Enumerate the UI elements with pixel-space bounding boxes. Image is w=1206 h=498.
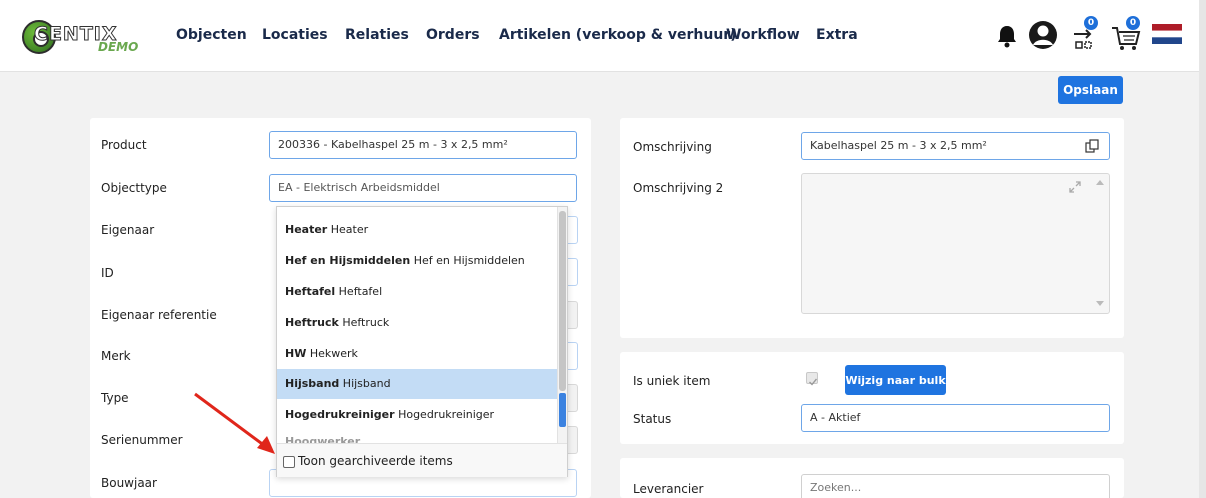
- cart-icon[interactable]: 0: [1110, 14, 1144, 52]
- dropdown-option[interactable]: Hogedrukreiniger Hogedrukreiniger: [277, 400, 557, 430]
- dropdown-scroll-thumb[interactable]: [559, 211, 566, 391]
- cart-badge: 0: [1126, 16, 1140, 30]
- logo-demo-label: DEMO: [98, 40, 139, 54]
- status-field[interactable]: A - Aktief: [801, 404, 1110, 432]
- objecttype-field[interactable]: EA - Elektrisch Arbeidsmiddel: [269, 174, 577, 202]
- omschrijving-field[interactable]: Kabelhaspel 25 m - 3 x 2,5 mm²: [801, 132, 1110, 160]
- scan-badge: 0: [1084, 16, 1098, 30]
- dropdown-option[interactable]: HW Hekwerk: [277, 339, 557, 369]
- nav-extra[interactable]: Extra: [816, 27, 858, 43]
- dropdown-option[interactable]: Heftruck Heftruck: [277, 308, 557, 338]
- copy-icon[interactable]: [1085, 139, 1099, 153]
- page-scrollbar[interactable]: [1199, 0, 1206, 498]
- id-label: ID: [101, 266, 114, 280]
- merk-label: Merk: [101, 349, 131, 363]
- objecttype-dropdown[interactable]: Heater Heater Hef en Hijsmiddelen Hef en…: [276, 206, 568, 477]
- status-label: Status: [633, 412, 672, 426]
- uniek-item-checkbox: [806, 372, 818, 386]
- dropdown-option[interactable]: Hef en Hijsmiddelen Hef en Hijsmiddelen: [277, 246, 557, 276]
- save-button[interactable]: Opslaan: [1058, 76, 1123, 104]
- dropdown-option[interactable]: Heftafel Heftafel: [277, 277, 557, 307]
- omschrijving-label: Omschrijving: [633, 140, 712, 154]
- dropdown-option-partial[interactable]: Hoogwerker: [277, 431, 557, 443]
- eigenaar-referentie-label: Eigenaar referentie: [101, 308, 217, 322]
- bouwjaar-label: Bouwjaar: [101, 476, 157, 490]
- scan-transfer-icon[interactable]: 0: [1068, 14, 1102, 52]
- omschrijving-value: Kabelhaspel 25 m - 3 x 2,5 mm²: [810, 139, 987, 152]
- nav-orders[interactable]: Orders: [426, 27, 480, 43]
- nav-locaties[interactable]: Locaties: [262, 27, 328, 43]
- uniek-item-label: Is uniek item: [633, 374, 711, 388]
- dropdown-options-list[interactable]: Heater Heater Hef en Hijsmiddelen Hef en…: [277, 207, 557, 443]
- dropdown-option[interactable]: Heater Heater: [277, 215, 557, 245]
- dropdown-option-selected[interactable]: Hijsband Hijsband: [277, 369, 557, 399]
- top-navigation-bar: CENTIX DEMO Objecten Locaties Relaties O…: [0, 0, 1206, 72]
- expand-icon[interactable]: [1068, 180, 1082, 194]
- dropdown-scrollbar[interactable]: [557, 207, 567, 443]
- nav-artikelen[interactable]: Artikelen (verkoop & verhuur): [499, 27, 737, 43]
- archived-items-label[interactable]: Toon gearchiveerde items: [298, 454, 453, 468]
- objecttype-label: Objecttype: [101, 181, 167, 195]
- product-field[interactable]: 200336 - Kabelhaspel 25 m - 3 x 2,5 mm²: [269, 131, 577, 159]
- omschrijving2-label: Omschrijving 2: [633, 181, 724, 195]
- dropdown-scroll-indicator: [559, 393, 566, 427]
- nav-objecten[interactable]: Objecten: [176, 27, 247, 43]
- serienummer-label: Serienummer: [101, 433, 183, 447]
- leverancier-label: Leverancier: [633, 482, 704, 496]
- product-label: Product: [101, 138, 147, 152]
- type-label: Type: [101, 391, 129, 405]
- annotation-arrow-icon: [194, 392, 275, 454]
- dropdown-footer: Toon gearchiveerde items: [277, 443, 567, 477]
- change-to-bulk-button[interactable]: Wijzig naar bulk: [845, 365, 946, 395]
- textarea-scrollbar[interactable]: [1093, 174, 1107, 312]
- nav-relaties[interactable]: Relaties: [345, 27, 409, 43]
- leverancier-search-input[interactable]: Zoeken...: [801, 474, 1110, 498]
- omschrijving2-textarea[interactable]: [801, 173, 1110, 314]
- centix-logo[interactable]: CENTIX DEMO: [22, 20, 142, 56]
- user-circle-icon[interactable]: [1028, 20, 1058, 50]
- bell-icon[interactable]: [996, 24, 1018, 48]
- nav-workflow[interactable]: Workflow: [726, 27, 800, 43]
- eigenaar-label: Eigenaar: [101, 223, 155, 237]
- dutch-flag-icon[interactable]: [1152, 24, 1182, 44]
